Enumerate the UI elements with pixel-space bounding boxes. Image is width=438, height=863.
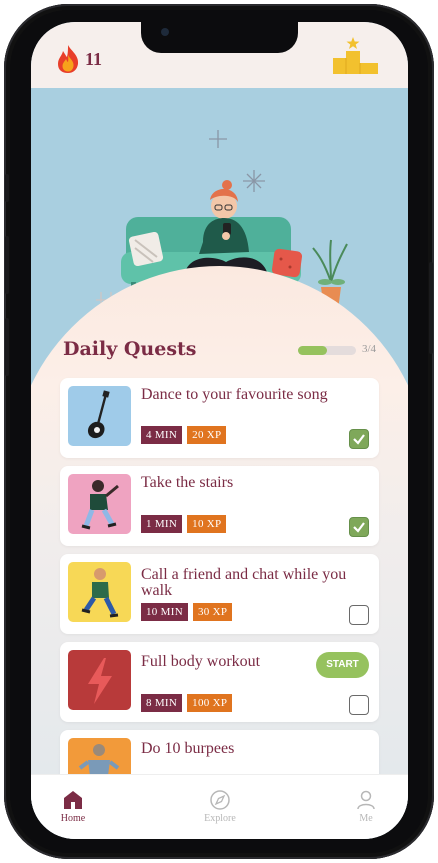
quest-thumbnail <box>68 474 131 534</box>
duration-badge: 4 MIN <box>141 426 183 444</box>
compass-icon <box>210 790 230 810</box>
nav-home[interactable]: Home <box>43 790 103 824</box>
bottom-navigation: Home Explore Me <box>31 774 408 839</box>
quests-progress-bar <box>298 346 356 355</box>
side-button-power <box>429 262 433 354</box>
quest-title: Call a friend and chat while you walk <box>141 566 347 599</box>
quest-tags: 8 MIN 100 XP <box>141 694 233 712</box>
profile-icon <box>357 790 375 810</box>
duration-badge: 1 MIN <box>141 515 183 533</box>
lightning-bolt-icon <box>88 658 112 704</box>
quest-card[interactable]: Full body workout START 8 MIN 100 XP <box>60 642 379 722</box>
nav-home-label: Home <box>60 813 86 824</box>
side-button-volume-up <box>5 236 9 294</box>
streak-count: 11 <box>85 48 103 69</box>
xp-badge: 30 XP <box>192 603 233 621</box>
quest-tags: 10 MIN 30 XP <box>141 603 233 621</box>
side-button-silent <box>5 174 9 202</box>
notch <box>141 22 298 53</box>
sparkle-icon <box>209 130 265 192</box>
quest-checkbox[interactable] <box>349 429 369 449</box>
quest-title: Take the stairs <box>141 474 234 491</box>
guitar-icon <box>87 390 110 439</box>
quest-tags: 4 MIN 20 XP <box>141 426 227 444</box>
climbing-person-icon <box>81 480 119 530</box>
fire-icon <box>58 45 79 73</box>
quest-tags: 1 MIN 10 XP <box>141 515 227 533</box>
nav-explore-label: Explore <box>204 813 236 824</box>
app-screen: 11 Daily Quests 3/4 Dance to your favour… <box>31 22 408 839</box>
quest-title: Do 10 burpees <box>141 740 235 757</box>
xp-badge: 20 XP <box>187 426 227 444</box>
camera <box>161 28 169 36</box>
start-button[interactable]: START <box>316 652 369 678</box>
section-title: Daily Quests <box>63 338 197 360</box>
xp-badge: 100 XP <box>187 694 233 712</box>
nav-me-label: Me <box>359 813 373 824</box>
quest-checkbox[interactable] <box>349 517 369 537</box>
quest-thumbnail <box>68 386 131 446</box>
walking-person-icon <box>81 568 119 618</box>
quest-card[interactable]: Take the stairs 1 MIN 10 XP <box>60 466 379 546</box>
quest-checkbox[interactable] <box>349 695 369 715</box>
quests-progress-fill <box>298 346 327 355</box>
streak-counter[interactable]: 11 <box>55 44 102 74</box>
nav-explore[interactable]: Explore <box>190 790 250 824</box>
checkmark-icon <box>353 522 365 533</box>
quest-thumbnail <box>68 562 131 622</box>
quests-progress-label: 3/4 <box>362 343 377 355</box>
side-button-volume-down <box>5 318 9 376</box>
quest-checkbox[interactable] <box>349 605 369 625</box>
nav-me[interactable]: Me <box>336 790 396 824</box>
quest-thumbnail <box>68 650 131 710</box>
xp-badge: 10 XP <box>187 515 227 533</box>
quest-title: Dance to your favourite song <box>141 386 328 403</box>
duration-badge: 10 MIN <box>141 603 188 621</box>
leaderboard-podium-icon[interactable] <box>332 36 380 76</box>
quest-card[interactable]: Call a friend and chat while you walk 10… <box>60 554 379 634</box>
checkmark-icon <box>353 434 365 445</box>
quest-card[interactable]: Dance to your favourite song 4 MIN 20 XP <box>60 378 379 458</box>
home-icon <box>64 791 82 809</box>
duration-badge: 8 MIN <box>141 694 183 712</box>
